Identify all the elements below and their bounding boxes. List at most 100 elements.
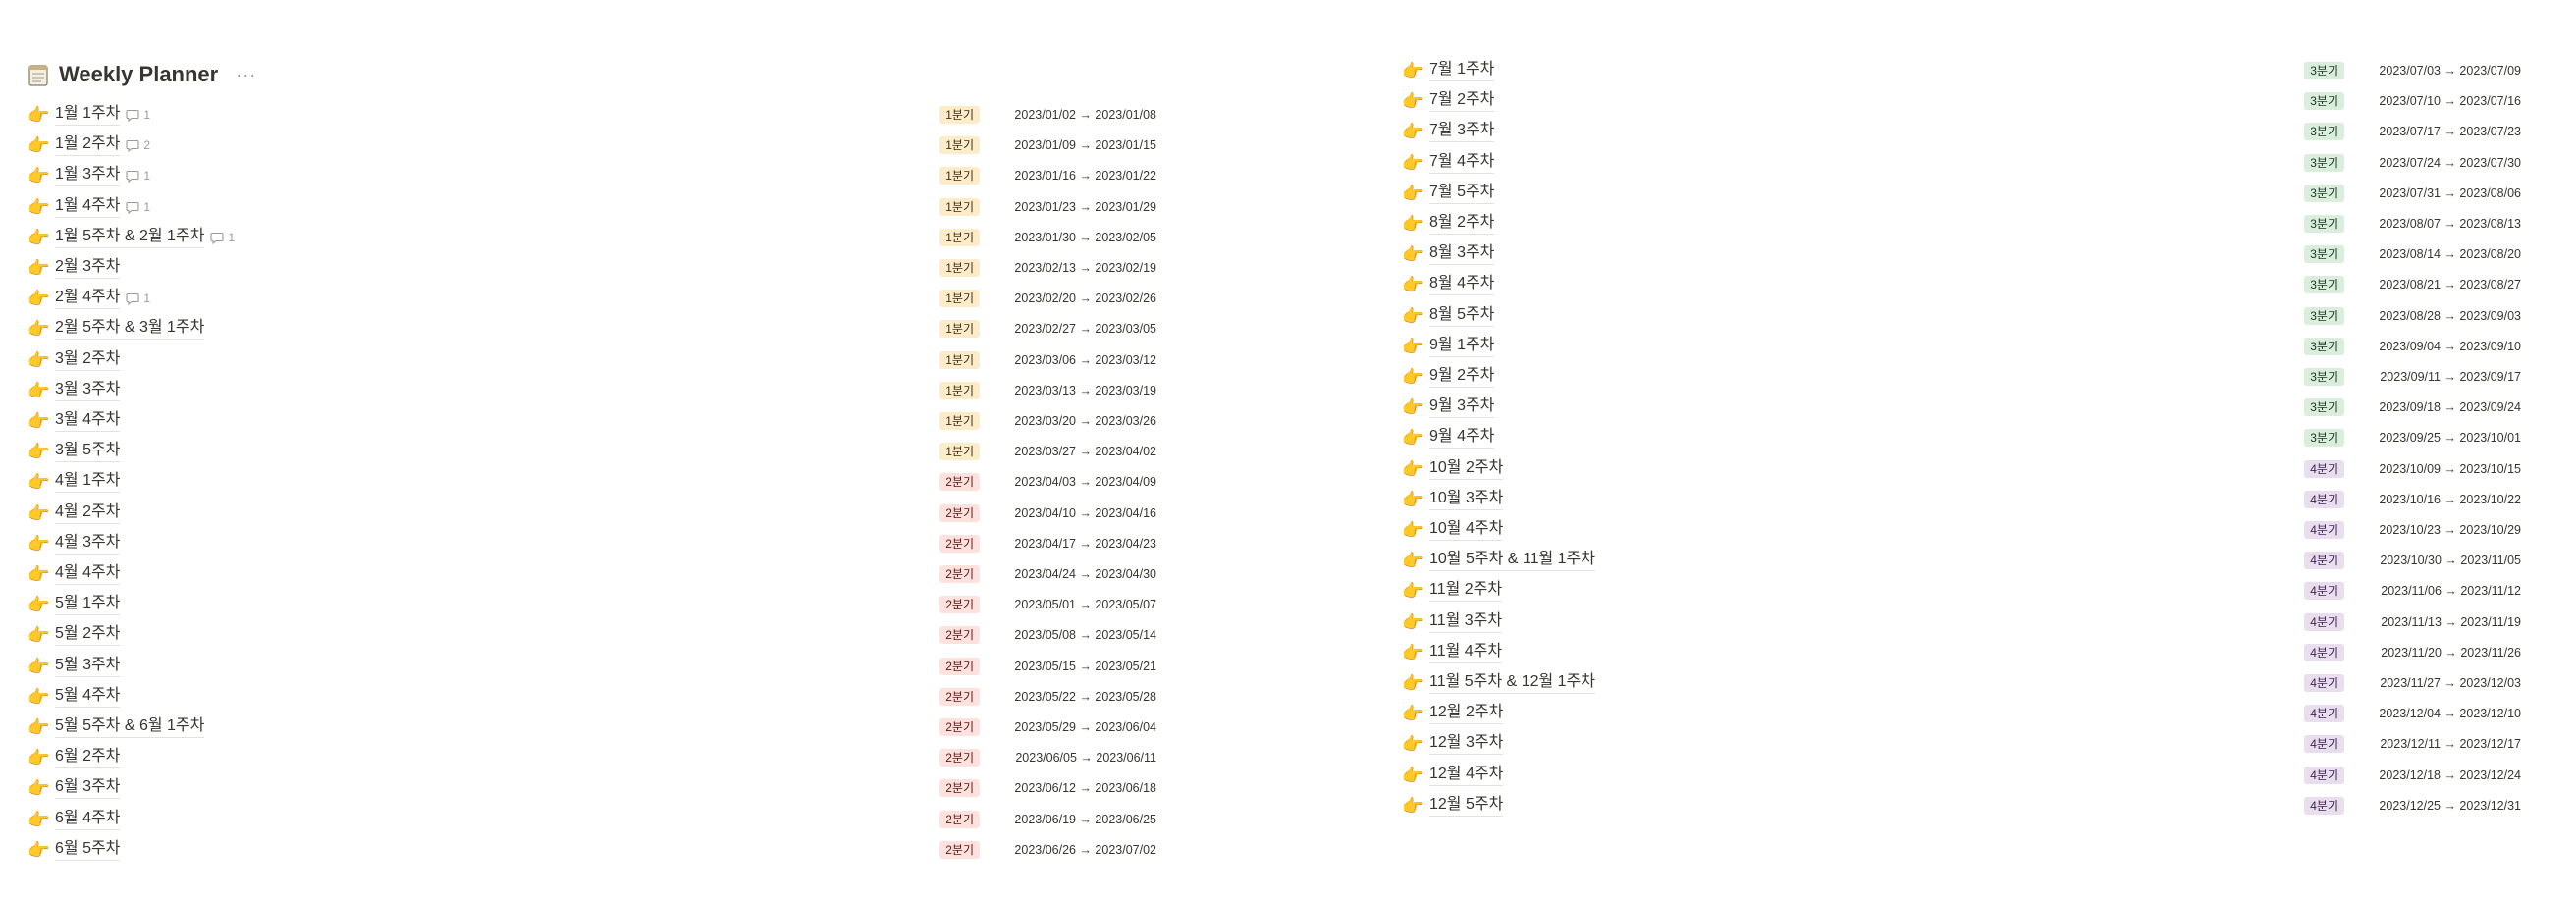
list-item[interactable]: 👉 5월 1주차 2분기 2023/05/01 → 2023/05/07 <box>27 590 1156 619</box>
more-options-icon[interactable]: ··· <box>236 65 256 85</box>
week-title[interactable]: 1월 2주차 <box>55 134 121 157</box>
week-title[interactable]: 12월 3주차 <box>1429 733 1504 756</box>
list-item[interactable]: 👉 7월 4주차 3분기 2023/07/24 → 2023/07/30 <box>1402 148 2521 178</box>
list-item[interactable]: 👉 6월 5주차 2분기 2023/06/26 → 2023/07/02 <box>27 835 1156 865</box>
list-item[interactable]: 👉 4월 3주차 2분기 2023/04/17 → 2023/04/23 <box>27 529 1156 558</box>
comment-count[interactable]: 1 <box>126 169 150 184</box>
list-item[interactable]: 👉 3월 4주차 1분기 2023/03/20 → 2023/03/26 <box>27 406 1156 436</box>
list-item[interactable]: 👉 7월 3주차 3분기 2023/07/17 → 2023/07/23 <box>1402 117 2521 146</box>
list-item[interactable]: 👉 7월 2주차 3분기 2023/07/10 → 2023/07/16 <box>1402 86 2521 116</box>
list-item[interactable]: 👉 10월 5주차 & 11월 1주차 4분기 2023/10/30 → 2023/1… <box>1402 546 2521 575</box>
list-item[interactable]: 👉 11월 2주차 4분기 2023/11/06 → 2023/11/12 <box>1402 576 2521 606</box>
list-item[interactable]: 👉 11월 3주차 4분기 2023/11/13 → 2023/11/19 <box>1402 608 2521 637</box>
week-title[interactable]: 7월 2주차 <box>1429 90 1495 113</box>
list-item[interactable]: 👉 8월 2주차 3분기 2023/08/07 → 2023/08/13 <box>1402 209 2521 238</box>
list-item[interactable]: 👉 5월 5주차 & 6월 1주차 2분기 2023/05/29 → 2023/06/… <box>27 713 1156 742</box>
week-title[interactable]: 1월 4주차 <box>55 196 121 218</box>
week-title[interactable]: 6월 2주차 <box>55 747 121 769</box>
list-item[interactable]: 👉 9월 1주차 3분기 2023/09/04 → 2023/09/10 <box>1402 332 2521 361</box>
list-item[interactable]: 👉 3월 5주차 1분기 2023/03/27 → 2023/04/02 <box>27 437 1156 466</box>
list-item[interactable]: 👉 10월 4주차 4분기 2023/10/23 → 2023/10/29 <box>1402 515 2521 545</box>
week-title[interactable]: 10월 3주차 <box>1429 489 1504 510</box>
list-item[interactable]: 👉 5월 4주차 2분기 2023/05/22 → 2023/05/28 <box>27 682 1156 712</box>
list-item[interactable]: 👉 6월 2주차 2분기 2023/06/05 → 2023/06/11 <box>27 743 1156 772</box>
week-title[interactable]: 9월 2주차 <box>1429 366 1495 388</box>
week-title[interactable]: 11월 2주차 <box>1429 580 1503 603</box>
week-title[interactable]: 1월 1주차 <box>55 104 121 126</box>
list-item[interactable]: 👉 1월 4주차 1 1분기 2023/01/23 → 2023/01/29 <box>27 192 1156 222</box>
list-item[interactable]: 👉 3월 3주차 1분기 2023/03/13 → 2023/03/19 <box>27 376 1156 405</box>
week-title[interactable]: 11월 3주차 <box>1429 611 1503 633</box>
comment-count[interactable]: 1 <box>210 231 235 244</box>
list-item[interactable]: 👉 4월 1주차 2분기 2023/04/03 → 2023/04/09 <box>27 467 1156 497</box>
week-title[interactable]: 10월 4주차 <box>1429 519 1504 541</box>
list-item[interactable]: 👉 8월 5주차 3분기 2023/08/28 → 2023/09/03 <box>1402 301 2521 331</box>
week-title[interactable]: 6월 4주차 <box>55 809 121 830</box>
week-title[interactable]: 2월 5주차 & 3월 1주차 <box>55 318 205 341</box>
list-item[interactable]: 👉 7월 1주차 3분기 2023/07/03 → 2023/07/09 <box>1402 56 2521 85</box>
week-title[interactable]: 10월 5주차 & 11월 1주차 <box>1429 550 1595 572</box>
week-title[interactable]: 3월 4주차 <box>55 410 121 432</box>
week-title[interactable]: 2월 4주차 <box>55 288 121 310</box>
week-title[interactable]: 12월 2주차 <box>1429 703 1504 725</box>
list-item[interactable]: 👉 2월 3주차 1분기 2023/02/13 → 2023/02/19 <box>27 253 1156 283</box>
list-item[interactable]: 👉 9월 2주차 3분기 2023/09/11 → 2023/09/17 <box>1402 362 2521 392</box>
week-title[interactable]: 9월 1주차 <box>1429 336 1495 357</box>
comment-count[interactable]: 2 <box>126 138 150 153</box>
comment-count[interactable]: 1 <box>126 108 150 122</box>
week-title[interactable]: 7월 4주차 <box>1429 152 1495 174</box>
week-title[interactable]: 8월 2주차 <box>1429 213 1495 235</box>
week-title[interactable]: 5월 5주차 & 6월 1주차 <box>55 716 205 738</box>
list-item[interactable]: 👉 2월 5주차 & 3월 1주차 1분기 2023/02/27 → 2023/03/… <box>27 314 1156 344</box>
week-title[interactable]: 7월 1주차 <box>1429 60 1495 81</box>
list-item[interactable]: 👉 4월 2주차 2분기 2023/04/10 → 2023/04/16 <box>27 499 1156 528</box>
week-title[interactable]: 6월 3주차 <box>55 777 121 800</box>
list-item[interactable]: 👉 6월 3주차 2분기 2023/06/12 → 2023/06/18 <box>27 773 1156 803</box>
list-item[interactable]: 👉 11월 5주차 & 12월 1주차 4분기 2023/11/27 → 2023/1… <box>1402 668 2521 698</box>
list-item[interactable]: 👉 9월 3주차 3분기 2023/09/18 → 2023/09/24 <box>1402 393 2521 422</box>
week-title[interactable]: 7월 3주차 <box>1429 121 1495 143</box>
week-title[interactable]: 5월 1주차 <box>55 594 121 616</box>
list-item[interactable]: 👉 1월 1주차 1 1분기 2023/01/02 → 2023/01/08 <box>27 100 1156 130</box>
list-item[interactable]: 👉 10월 3주차 4분기 2023/10/16 → 2023/10/22 <box>1402 485 2521 514</box>
week-title[interactable]: 8월 3주차 <box>1429 243 1495 266</box>
list-item[interactable]: 👉 6월 4주차 2분기 2023/06/19 → 2023/06/25 <box>27 805 1156 834</box>
week-title[interactable]: 4월 3주차 <box>55 533 121 555</box>
list-item[interactable]: 👉 11월 4주차 4분기 2023/11/20 → 2023/11/26 <box>1402 638 2521 667</box>
list-item[interactable]: 👉 10월 2주차 4분기 2023/10/09 → 2023/10/15 <box>1402 454 2521 484</box>
list-item[interactable]: 👉 5월 3주차 2분기 2023/05/15 → 2023/05/21 <box>27 652 1156 681</box>
list-item[interactable]: 👉 12월 2주차 4분기 2023/12/04 → 2023/12/10 <box>1402 699 2521 728</box>
list-item[interactable]: 👉 12월 5주차 4분기 2023/12/25 → 2023/12/31 <box>1402 791 2521 820</box>
week-title[interactable]: 11월 5주차 & 12월 1주차 <box>1429 672 1595 694</box>
list-item[interactable]: 👉 2월 4주차 1 1분기 2023/02/20 → 2023/02/26 <box>27 284 1156 313</box>
comment-count[interactable]: 1 <box>126 291 150 306</box>
week-title[interactable]: 9월 3주차 <box>1429 397 1495 419</box>
list-item[interactable]: 👉 5월 2주차 2분기 2023/05/08 → 2023/05/14 <box>27 620 1156 650</box>
week-title[interactable]: 7월 5주차 <box>1429 183 1495 204</box>
list-item[interactable]: 👉 1월 3주차 1 1분기 2023/01/16 → 2023/01/22 <box>27 161 1156 190</box>
list-item[interactable]: 👉 7월 5주차 3분기 2023/07/31 → 2023/08/06 <box>1402 179 2521 208</box>
week-title[interactable]: 4월 4주차 <box>55 563 121 585</box>
week-title[interactable]: 6월 5주차 <box>55 839 121 861</box>
list-item[interactable]: 👉 12월 4주차 4분기 2023/12/18 → 2023/12/24 <box>1402 761 2521 790</box>
week-title[interactable]: 1월 5주차 & 2월 1주차 <box>55 227 205 248</box>
list-item[interactable]: 👉 1월 2주차 2 1분기 2023/01/09 → 2023/01/15 <box>27 131 1156 160</box>
week-title[interactable]: 10월 2주차 <box>1429 458 1504 480</box>
list-item[interactable]: 👉 8월 4주차 3분기 2023/08/21 → 2023/08/27 <box>1402 270 2521 299</box>
list-item[interactable]: 👉 4월 4주차 2분기 2023/04/24 → 2023/04/30 <box>27 559 1156 589</box>
week-title[interactable]: 8월 4주차 <box>1429 274 1495 296</box>
list-item[interactable]: 👉 9월 4주차 3분기 2023/09/25 → 2023/10/01 <box>1402 423 2521 452</box>
week-title[interactable]: 11월 4주차 <box>1429 642 1503 663</box>
week-title[interactable]: 8월 5주차 <box>1429 305 1495 327</box>
week-title[interactable]: 5월 2주차 <box>55 624 121 647</box>
list-item[interactable]: 👉 12월 3주차 4분기 2023/12/11 → 2023/12/17 <box>1402 729 2521 759</box>
week-title[interactable]: 9월 4주차 <box>1429 427 1495 450</box>
week-title[interactable]: 4월 2주차 <box>55 502 121 524</box>
list-item[interactable]: 👉 1월 5주차 & 2월 1주차 1 1분기 2023/01/30 → 2023/02… <box>27 223 1156 252</box>
week-title[interactable]: 4월 1주차 <box>55 471 121 494</box>
week-title[interactable]: 3월 2주차 <box>55 349 121 371</box>
week-title[interactable]: 5월 3주차 <box>55 656 121 677</box>
week-title[interactable]: 3월 3주차 <box>55 380 121 401</box>
comment-count[interactable]: 1 <box>126 200 150 214</box>
week-title[interactable]: 5월 4주차 <box>55 686 121 708</box>
